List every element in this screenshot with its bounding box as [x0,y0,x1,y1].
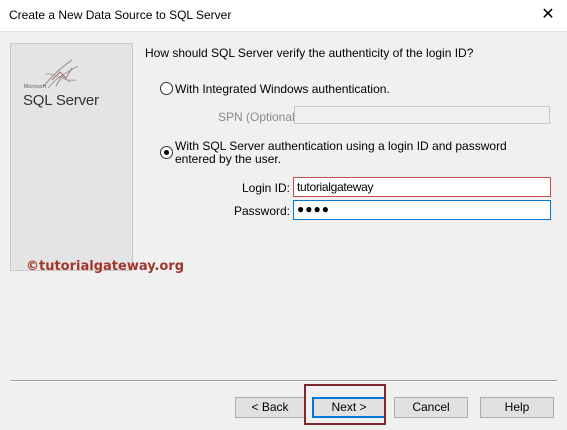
logo-sql-server-text: SQL Server [23,92,99,109]
close-button[interactable]: ✕ [538,5,558,25]
logo-microsoft-text: Microsoft [24,84,47,90]
spn-input[interactable] [294,106,550,124]
sql-auth-radio[interactable] [160,146,173,159]
sql-server-logo-icon [43,59,79,89]
window-title: Create a New Data Source to SQL Server [9,8,232,22]
next-button-highlight [304,384,386,425]
sql-server-logo-panel: Microsoft SQL Server [10,43,133,271]
title-bar: Create a New Data Source to SQL Server ✕ [0,0,567,31]
close-icon: ✕ [541,6,555,23]
password-mask: ●●●● [297,202,330,216]
separator [10,380,557,382]
password-input[interactable]: ●●●● [293,200,551,220]
password-label: Password: [233,204,290,218]
windows-auth-label[interactable]: With Integrated Windows authentication. [175,82,390,96]
watermark: ©tutorialgateway.org [26,259,185,274]
auth-question: How should SQL Server verify the authent… [145,46,474,60]
cancel-button[interactable]: Cancel [394,397,468,418]
spn-label: SPN (Optional): [218,110,303,124]
sql-auth-label[interactable]: With SQL Server authentication using a l… [175,140,550,166]
help-button[interactable]: Help [480,397,554,418]
login-id-input[interactable]: tutorialgateway [293,177,551,197]
login-id-label: Login ID: [241,181,290,195]
windows-auth-radio[interactable] [160,82,173,95]
back-button[interactable]: < Back [235,397,305,418]
